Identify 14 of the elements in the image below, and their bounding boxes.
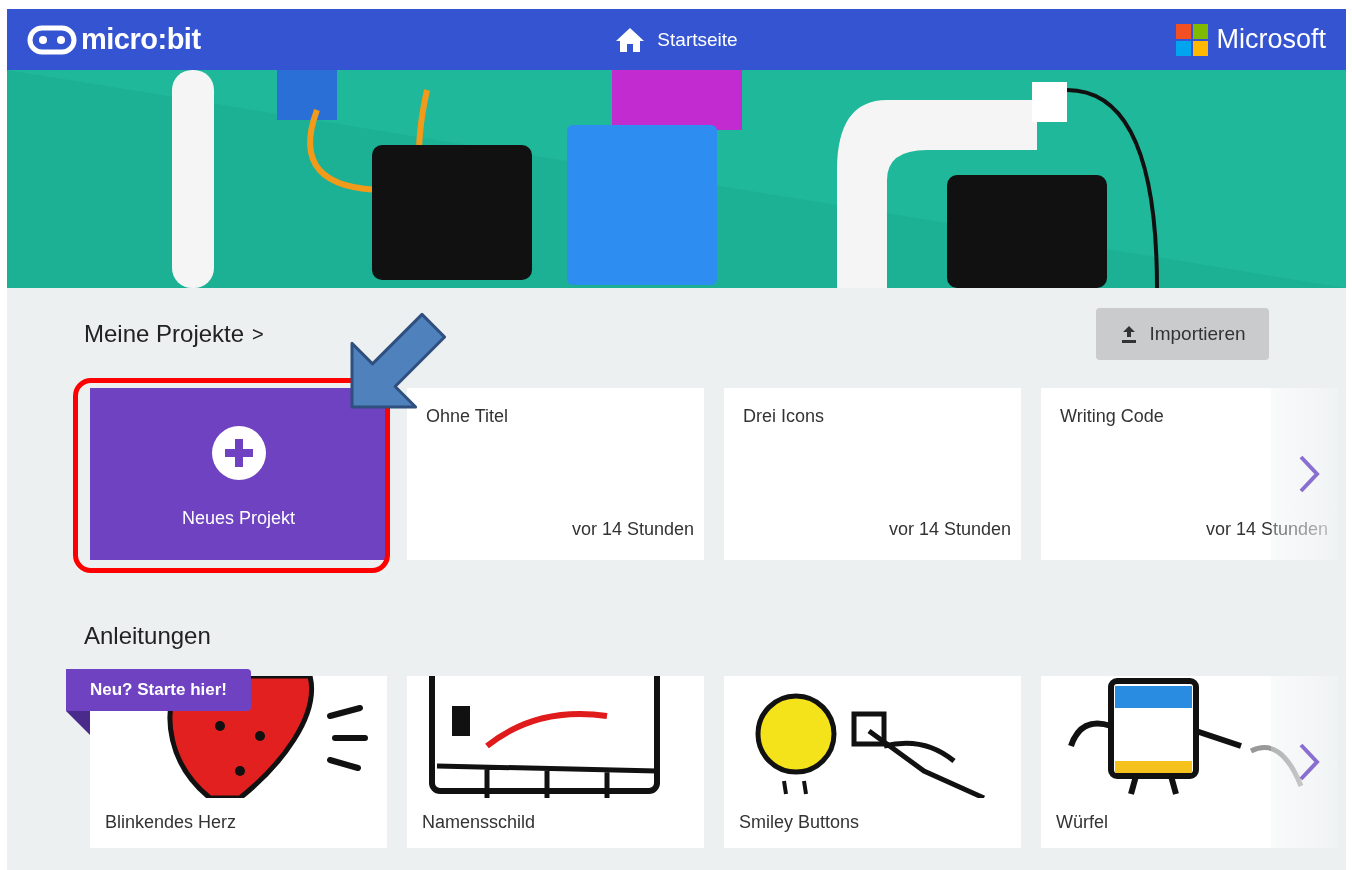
project-time: vor 14 Stunden: [1205, 519, 1328, 540]
logo-text: micro:bit: [81, 23, 201, 56]
project-name: Writing Code: [1060, 406, 1165, 427]
project-name: Ohne Titel: [426, 406, 510, 427]
tutorial-name: Smiley Buttons: [738, 811, 861, 833]
brand-name: Microsoft: [1216, 24, 1326, 55]
start-here-tooltip: Neu? Starte hier!: [66, 669, 251, 711]
project-time: vor 14 Stunden: [571, 519, 694, 540]
tutorial-name: Würfel: [1055, 811, 1109, 833]
project-time: vor 14 Stunden: [888, 519, 1011, 540]
section-title: Anleitungen: [84, 622, 212, 650]
tutorial-name: Namensschild: [421, 811, 537, 833]
tutorial-name: Blinkendes Herz: [104, 811, 238, 833]
project-name: Drei Icons: [743, 406, 826, 427]
